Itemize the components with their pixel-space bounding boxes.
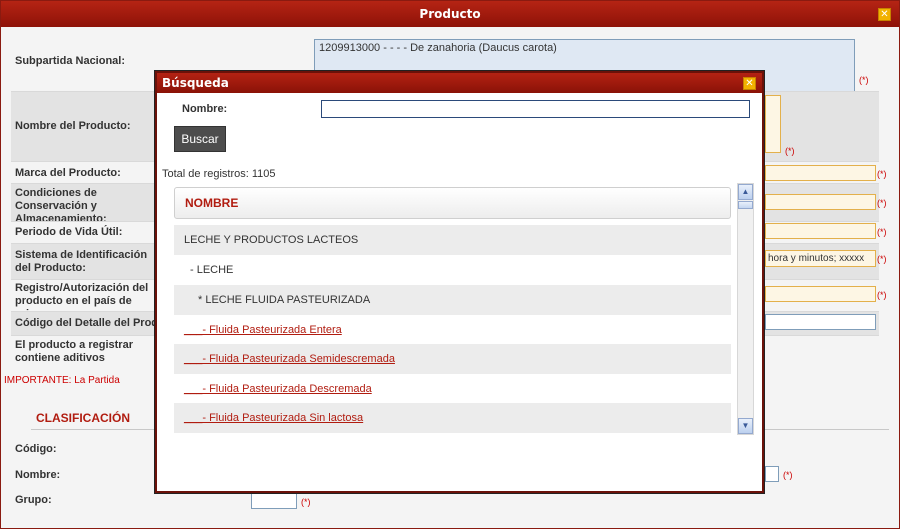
producto-window: Producto ✕ Subpartida Nacional: 12099130… [0,0,900,529]
important-note: IMPORTANTE: La Partida [4,375,120,386]
codigo-detalle-field[interactable] [765,314,876,330]
scroll-down-icon[interactable]: ▼ [738,418,753,434]
list-item-link[interactable]: ___- Fluida Pasteurizada Entera [174,315,731,345]
nombre-search-input[interactable] [321,100,750,118]
subpartida-label: Subpartida Nacional: [15,55,126,67]
buscar-button[interactable]: Buscar [174,126,226,152]
grupo-field[interactable] [251,491,297,509]
required-mark: (*) [877,198,887,208]
required-mark: (*) [877,227,887,237]
results-scrollbar[interactable]: ▲ ▼ [737,183,754,435]
nombre-producto-field[interactable] [765,95,781,153]
required-mark: (*) [785,146,795,156]
busqueda-dialog: Búsqueda ✕ Nombre: Buscar Total de regis… [155,71,764,493]
field-label: El producto a registrar contiene aditivo… [15,339,133,364]
list-item[interactable]: LECHE Y PRODUCTOS LACTEOS [174,225,731,255]
field-label: Sistema de Identificación del Producto: [15,249,148,274]
dialog-title-bar: Búsqueda ✕ [157,73,762,93]
nombre-label: Nombre: [15,469,61,481]
window-title-bar: Producto ✕ [1,1,899,27]
clasificacion-nombre-field[interactable] [765,466,779,482]
sistema-field[interactable]: hora y minutos; xxxxx [765,250,876,267]
nombre-search-label: Nombre: [182,103,228,115]
field-label: Marca del Producto: [15,167,121,179]
list-item[interactable]: - LECHE [174,255,731,285]
required-mark: (*) [877,169,887,179]
periodo-field[interactable] [765,223,876,239]
window-title: Producto [419,7,481,21]
required-mark: (*) [783,470,793,480]
close-icon[interactable]: ✕ [743,77,756,90]
scroll-thumb[interactable] [738,201,753,209]
codigo-label: Código: [15,443,57,455]
required-mark: (*) [877,290,887,300]
marca-field[interactable] [765,165,876,181]
field-label: Periodo de Vida Útil: [15,226,123,238]
condiciones-field[interactable] [765,194,876,210]
list-item-link[interactable]: ___- Fluida Pasteurizada Sin lactosa [174,403,731,433]
required-mark: (*) [859,75,869,85]
total-registros: Total de registros: 1105 [162,168,276,180]
field-label: Nombre del Producto: [15,120,131,132]
results-list: NOMBRE LECHE Y PRODUCTOS LACTEOS - LECHE… [174,184,731,434]
grupo-label: Grupo: [15,494,52,506]
registro-field[interactable] [765,286,876,302]
list-item-link[interactable]: ___- Fluida Pasteurizada Semidescremada [174,344,731,374]
scroll-up-icon[interactable]: ▲ [738,184,753,200]
required-mark: (*) [877,254,887,264]
clasificacion-title: CLASIFICACIÓN [36,411,130,425]
close-icon[interactable]: ✕ [878,8,891,21]
column-header-nombre[interactable]: NOMBRE [174,187,731,219]
list-item[interactable]: * LECHE FLUIDA PASTEURIZADA [174,285,731,315]
list-item-link[interactable]: ___- Fluida Pasteurizada Descremada [174,374,731,404]
dialog-title: Búsqueda [162,76,229,90]
required-mark: (*) [301,497,311,507]
